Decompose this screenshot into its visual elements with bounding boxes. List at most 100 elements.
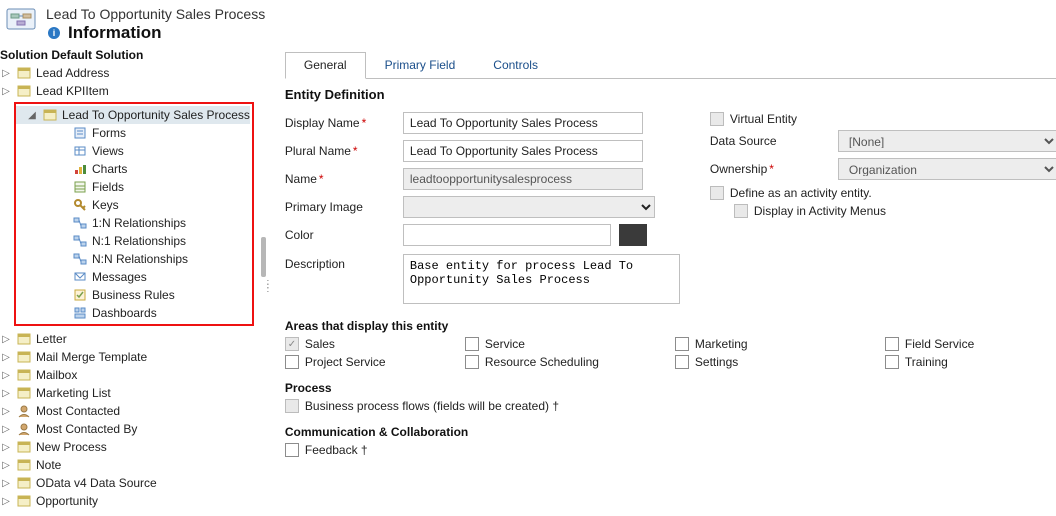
tab-controls[interactable]: Controls: [474, 52, 557, 79]
tree-item-label: Most Contacted: [36, 404, 120, 418]
tree-twisty[interactable]: ▷: [0, 478, 12, 489]
display-activity-menus-checkbox: [734, 204, 748, 218]
section-areas: Areas that display this entity: [285, 319, 1056, 333]
tree-item-1-n-relationships[interactable]: 1:N Relationships: [16, 214, 250, 232]
tree-item-odata-v4-data-source[interactable]: ▷ OData v4 Data Source: [0, 474, 258, 492]
label-ownership: Ownership: [710, 162, 830, 176]
tree-twisty[interactable]: ▷: [0, 442, 12, 453]
tree-item-selected[interactable]: ◢ Lead To Opportunity Sales Process: [16, 106, 250, 124]
tree-item-label: Most Contacted By: [36, 422, 137, 436]
tree-item-keys[interactable]: Keys: [16, 196, 250, 214]
tree-twisty[interactable]: ▷: [0, 424, 12, 435]
color-input[interactable]: [403, 224, 611, 246]
label-name: Name: [285, 172, 395, 186]
tree-twisty[interactable]: ▷: [0, 68, 12, 79]
area-checkbox-marketing[interactable]: [675, 337, 689, 351]
tree-item-mail-merge-template[interactable]: ▷ Mail Merge Template: [0, 348, 258, 366]
tree-item-label: Lead Address: [36, 66, 109, 80]
svg-text:i: i: [53, 28, 56, 38]
person-icon: [16, 421, 32, 437]
area-label: Service: [485, 337, 525, 351]
tree-twisty[interactable]: ◢: [26, 110, 38, 121]
tab-general[interactable]: General: [285, 52, 366, 79]
area-checkbox-training[interactable]: [885, 355, 899, 369]
info-icon: i: [46, 25, 62, 41]
plural-name-input[interactable]: [403, 140, 643, 162]
tree-twisty[interactable]: ▷: [0, 86, 12, 97]
tree-item-label: Note: [36, 458, 61, 472]
sidebar-scrollbar[interactable]: [261, 237, 266, 277]
rules-icon: [72, 287, 88, 303]
feedback-checkbox[interactable]: [285, 443, 299, 457]
primary-image-select[interactable]: [403, 196, 655, 218]
area-label: Training: [905, 355, 948, 369]
charts-icon: [72, 161, 88, 177]
tree-item-dashboards[interactable]: Dashboards: [16, 304, 250, 322]
tab-primary-field[interactable]: Primary Field: [366, 52, 475, 79]
page-subtitle: Lead To Opportunity Sales Process: [46, 6, 265, 22]
tree-item-marketing-list[interactable]: ▷ Marketing List: [0, 384, 258, 402]
tree-item-lead-kpiitem[interactable]: ▷ Lead KPIItem: [0, 82, 258, 100]
area-checkbox-service[interactable]: [465, 337, 479, 351]
label-feedback: Feedback †: [305, 443, 368, 457]
tree-item-n-n-relationships[interactable]: N:N Relationships: [16, 250, 250, 268]
define-activity-checkbox: [710, 186, 724, 200]
entity-icon: [16, 65, 32, 81]
tree-item-charts[interactable]: Charts: [16, 160, 250, 178]
tree-item-mailbox[interactable]: ▷ Mailbox: [0, 366, 258, 384]
area-label: Settings: [695, 355, 738, 369]
tree-item-letter[interactable]: ▷ Letter: [0, 330, 258, 348]
area-label: Project Service: [305, 355, 386, 369]
label-plural-name: Plural Name: [285, 144, 395, 158]
tree-twisty[interactable]: ▷: [0, 352, 12, 363]
tree-item-forms[interactable]: Forms: [16, 124, 250, 142]
label-bpf: Business process flows (fields will be c…: [305, 399, 559, 413]
forms-icon: [72, 125, 88, 141]
description-input[interactable]: Base entity for process Lead To Opportun…: [403, 254, 680, 304]
area-checkbox-resource-scheduling[interactable]: [465, 355, 479, 369]
ownership-select[interactable]: Organization: [838, 158, 1056, 180]
area-checkbox-project-service[interactable]: [285, 355, 299, 369]
tree-item-messages[interactable]: Messages: [16, 268, 250, 286]
tree-item-label: OData v4 Data Source: [36, 476, 157, 490]
display-name-input[interactable]: [403, 112, 643, 134]
tree-item-fields[interactable]: Fields: [16, 178, 250, 196]
entity-icon: [16, 439, 32, 455]
tree-item-new-process[interactable]: ▷ New Process: [0, 438, 258, 456]
tree-item-note[interactable]: ▷ Note: [0, 456, 258, 474]
label-description: Description: [285, 254, 395, 307]
data-source-select[interactable]: [None]: [838, 130, 1056, 152]
tree-item-opportunity[interactable]: ▷ Opportunity: [0, 492, 258, 510]
entity-icon: [16, 349, 32, 365]
tree-twisty[interactable]: ▷: [0, 388, 12, 399]
tree-item-label: Lead To Opportunity Sales Process: [62, 108, 250, 122]
tree-item-label: Dashboards: [92, 306, 157, 320]
process-icon: [42, 107, 58, 123]
tree-twisty[interactable]: ▷: [0, 334, 12, 345]
name-input: [403, 168, 643, 190]
tree-item-label: Marketing List: [36, 386, 111, 400]
tree-item-label: Letter: [36, 332, 67, 346]
area-checkbox-sales: [285, 337, 299, 351]
tree-item-most-contacted[interactable]: ▷ Most Contacted: [0, 402, 258, 420]
tree-twisty[interactable]: ▷: [0, 496, 12, 507]
splitter-handle[interactable]: ⋮⋮: [263, 283, 274, 291]
tree-twisty[interactable]: ▷: [0, 370, 12, 381]
tree-item-most-contacted-by[interactable]: ▷ Most Contacted By: [0, 420, 258, 438]
person-icon: [16, 403, 32, 419]
area-checkbox-settings[interactable]: [675, 355, 689, 369]
tree-twisty[interactable]: ▷: [0, 406, 12, 417]
tree-item-label: Keys: [92, 198, 119, 212]
area-checkbox-field-service[interactable]: [885, 337, 899, 351]
views-icon: [72, 143, 88, 159]
color-swatch[interactable]: [619, 224, 647, 246]
tree-item-n-1-relationships[interactable]: N:1 Relationships: [16, 232, 250, 250]
tree-item-business-rules[interactable]: Business Rules: [16, 286, 250, 304]
tree-item-views[interactable]: Views: [16, 142, 250, 160]
tree-item-lead-address[interactable]: ▷ Lead Address: [0, 64, 258, 82]
virtual-entity-checkbox: [710, 112, 724, 126]
solution-header: Solution Default Solution: [0, 45, 258, 64]
area-label: Sales: [305, 337, 335, 351]
tree-twisty[interactable]: ▷: [0, 460, 12, 471]
label-virtual-entity: Virtual Entity: [730, 112, 797, 126]
